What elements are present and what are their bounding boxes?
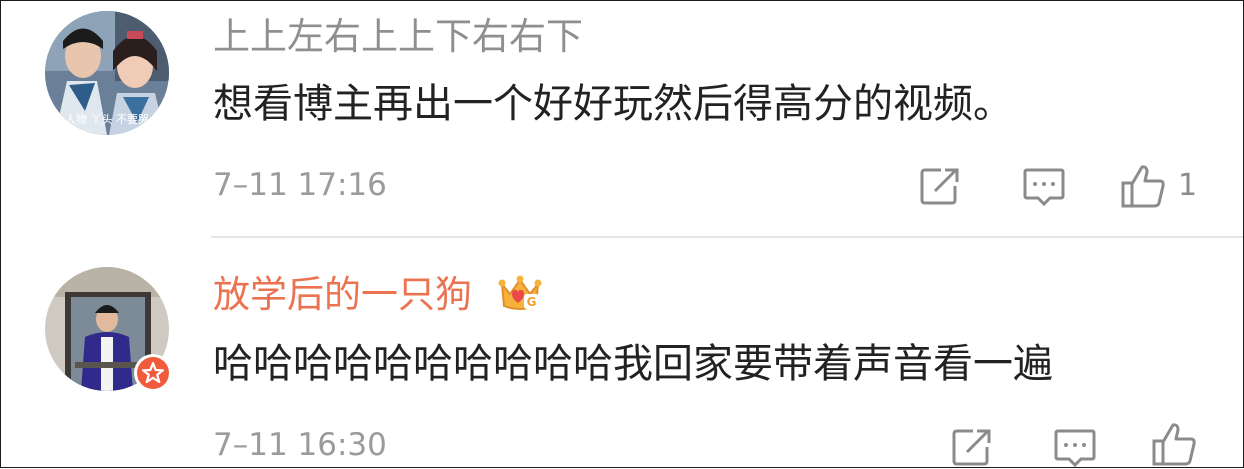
divider xyxy=(211,236,1243,238)
avatar[interactable]: 人物 丫头 不要哭 xyxy=(45,11,169,135)
like-icon xyxy=(1121,165,1165,208)
share-icon xyxy=(920,168,959,205)
share-icon xyxy=(952,429,991,466)
verified-badge xyxy=(134,354,172,392)
timestamp: 7–11 16:30 xyxy=(213,427,387,463)
comment-item: 人物 丫头 不要哭 上上左右上上下右右下 想看博主再出一个好好玩然后得高分的视频… xyxy=(1,1,1244,237)
reply-icon xyxy=(1023,168,1065,207)
avatar-image: 人物 丫头 不要哭 xyxy=(45,11,169,135)
reply-button[interactable] xyxy=(1022,166,1066,208)
like-button[interactable] xyxy=(1151,421,1209,467)
crown-badge-icon: G xyxy=(498,275,542,310)
username[interactable]: 放学后的一只狗 G xyxy=(213,273,542,317)
like-icon xyxy=(1152,423,1196,466)
share-button[interactable] xyxy=(951,427,993,467)
like-count: 1 xyxy=(1178,168,1198,203)
verified-star-icon xyxy=(141,361,165,384)
share-button[interactable] xyxy=(919,166,961,206)
comment-text: 哈哈哈哈哈哈哈哈哈哈我回家要带着声音看一遍 xyxy=(213,341,1053,387)
reply-button[interactable] xyxy=(1053,427,1097,469)
timestamp: 7–11 17:16 xyxy=(213,167,387,203)
username[interactable]: 上上左右上上下右右下 xyxy=(213,15,583,59)
svg-text:人物 丫头 不要哭: 人物 丫头 不要哭 xyxy=(65,112,149,126)
username-text: 放学后的一只狗 xyxy=(213,273,472,316)
reply-icon xyxy=(1054,429,1096,468)
comment-item: 放学后的一只狗 G 哈哈哈哈哈哈哈哈哈哈我回家要带着声音看一遍 7–11 16:… xyxy=(1,239,1244,469)
comment-text: 想看博主再出一个好好玩然后得高分的视频。 xyxy=(213,81,1013,127)
svg-text:G: G xyxy=(526,295,536,309)
like-button[interactable]: 1 xyxy=(1120,163,1197,209)
